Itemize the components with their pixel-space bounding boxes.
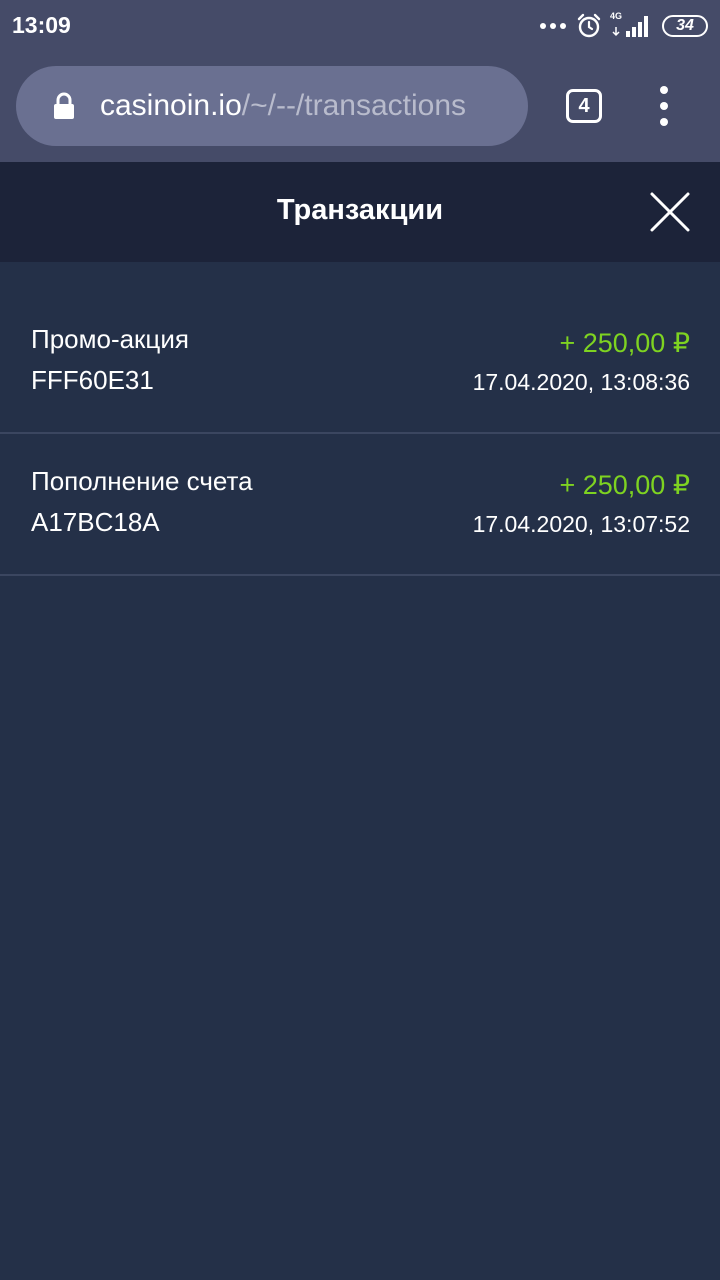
transactions-list: Промо-акция FFF60E31 + 250,00 ₽ 17.04.20… bbox=[0, 292, 720, 576]
status-icons: 4G 34 bbox=[540, 11, 708, 40]
battery-level: 34 bbox=[676, 17, 694, 34]
transaction-row[interactable]: Пополнение счета A17BC18A + 250,00 ₽ 17.… bbox=[0, 434, 720, 576]
url-host: casinoin.io bbox=[100, 89, 242, 122]
transaction-title: Пополнение счета bbox=[31, 466, 253, 496]
transaction-row[interactable]: Промо-акция FFF60E31 + 250,00 ₽ 17.04.20… bbox=[0, 292, 720, 434]
more-dots-icon bbox=[540, 23, 566, 29]
lock-icon bbox=[54, 92, 74, 119]
transaction-datetime: 17.04.2020, 13:07:52 bbox=[472, 511, 690, 537]
page-title: Транзакции bbox=[276, 194, 444, 226]
status-time: 13:09 bbox=[12, 12, 71, 38]
transaction-datetime: 17.04.2020, 13:08:36 bbox=[472, 369, 690, 395]
transaction-amount: + 250,00 ₽ bbox=[559, 328, 690, 358]
menu-icon[interactable] bbox=[648, 86, 680, 126]
page-header: Транзакции bbox=[0, 162, 720, 262]
browser-chrome: 13:09 4G 34 casinoin.io/~/--/transaction… bbox=[0, 0, 720, 162]
url-text[interactable]: casinoin.io/~/--/transactions bbox=[100, 87, 510, 125]
status-bar: 13:09 4G 34 bbox=[0, 0, 720, 52]
address-bar[interactable]: casinoin.io/~/--/transactions bbox=[16, 66, 528, 146]
tab-count: 4 bbox=[578, 94, 590, 117]
close-icon[interactable] bbox=[646, 188, 694, 236]
transaction-amount: + 250,00 ₽ bbox=[559, 470, 690, 500]
url-path: /~/--/transactions bbox=[241, 89, 467, 122]
tabs-button[interactable]: 4 bbox=[566, 89, 602, 123]
transaction-title: Промо-акция bbox=[31, 324, 189, 354]
alarm-icon bbox=[577, 13, 601, 38]
transaction-id: FFF60E31 bbox=[31, 365, 154, 395]
signal-icon: 4G bbox=[610, 11, 652, 39]
battery-icon: 34 bbox=[662, 15, 708, 37]
transaction-id: A17BC18A bbox=[31, 507, 160, 537]
